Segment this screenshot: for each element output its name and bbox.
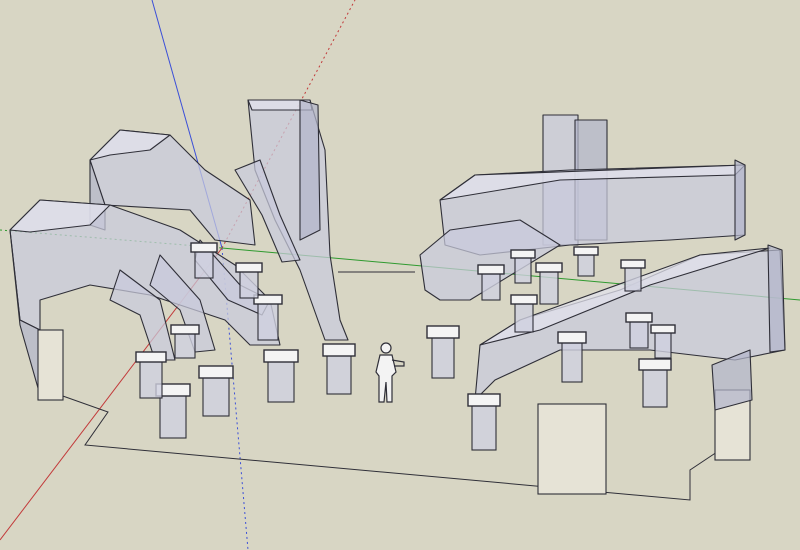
drop-r11[interactable] (650, 324, 676, 359)
right-lower-duct-end (767, 244, 786, 353)
drop-l4[interactable] (322, 343, 356, 395)
drop-r1[interactable] (467, 393, 501, 451)
right-corner-duct[interactable] (711, 349, 753, 411)
drop-r4[interactable] (477, 264, 505, 301)
drop-l2[interactable] (198, 365, 234, 417)
drop-r10[interactable] (625, 312, 653, 349)
drop-r6[interactable] (535, 262, 563, 305)
drop-r3[interactable] (638, 358, 672, 408)
drop-r9[interactable] (620, 259, 646, 292)
drop-l9[interactable] (235, 262, 263, 299)
drop-c1[interactable] (426, 325, 460, 379)
model-viewport[interactable] (0, 0, 800, 550)
drop-l7[interactable] (253, 294, 283, 341)
drop-l8[interactable] (190, 242, 218, 279)
drop-r2[interactable] (557, 331, 587, 383)
duct-model-canvas[interactable] (0, 0, 800, 550)
tall-duct-back[interactable] (299, 99, 321, 241)
drop-l6[interactable] (170, 324, 200, 359)
drop-r7[interactable] (510, 249, 536, 284)
figure-body (375, 354, 397, 403)
right-upper-duct-end (734, 159, 746, 241)
drop-l5[interactable] (135, 351, 167, 399)
human-scale-figure[interactable] (375, 342, 405, 403)
drop-l3[interactable] (263, 349, 299, 403)
left-wall-block (37, 329, 64, 401)
drop-r8[interactable] (573, 246, 599, 277)
door-panel[interactable] (537, 403, 607, 495)
figure-head (380, 342, 392, 354)
drop-r5[interactable] (510, 294, 538, 333)
